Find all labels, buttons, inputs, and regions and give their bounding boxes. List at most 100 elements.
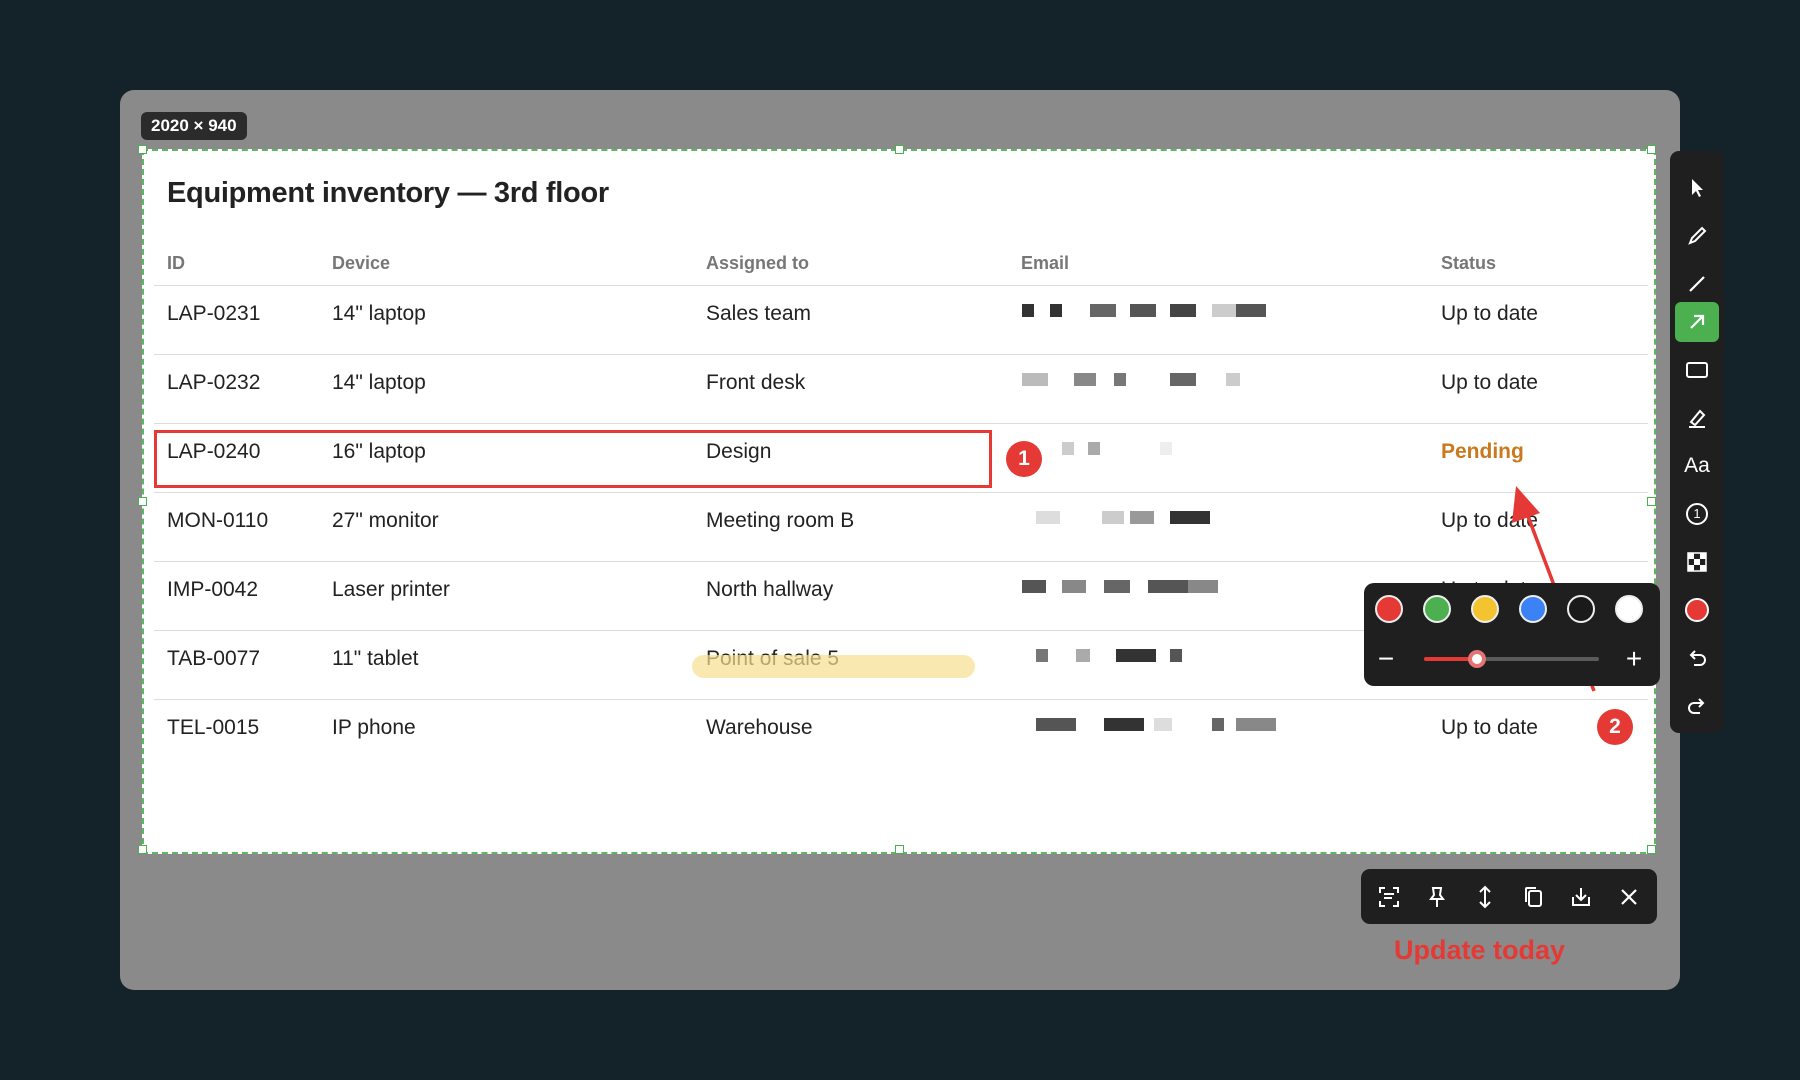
mosaic-block xyxy=(1090,304,1116,317)
mosaic-block xyxy=(1170,511,1210,524)
mosaic-icon[interactable] xyxy=(1675,542,1719,582)
page-title: Equipment inventory — 3rd floor xyxy=(167,177,609,209)
step-marker-2[interactable]: 2 xyxy=(1597,709,1633,745)
mosaic-block xyxy=(1102,511,1124,524)
arrow-icon[interactable] xyxy=(1675,302,1719,342)
resize-handle-bottom-right[interactable] xyxy=(1647,845,1656,854)
table-row: MON-0110 27" monitor Meeting room B Up to d… xyxy=(154,493,1648,562)
cell-device: 14" laptop xyxy=(332,302,426,325)
cell-device: Laser printer xyxy=(332,578,450,601)
mosaic-block xyxy=(1050,304,1062,317)
current-color-swatch xyxy=(1685,598,1709,622)
color-size-popover: − + xyxy=(1364,583,1660,686)
line-icon[interactable] xyxy=(1675,264,1719,304)
cell-assigned: Sales team xyxy=(706,302,812,325)
cell-status: Up to date xyxy=(1441,302,1538,325)
mosaic-block xyxy=(1022,304,1034,317)
cell-email-redacted xyxy=(1022,649,1292,679)
mosaic-block xyxy=(1188,580,1218,593)
save-icon[interactable] xyxy=(1563,879,1599,915)
ocr-icon[interactable] xyxy=(1371,879,1407,915)
resize-handle-top-left[interactable] xyxy=(138,145,147,154)
table-row: TEL-0015 IP phone Warehouse Up to date xyxy=(154,700,1648,769)
mosaic-block xyxy=(1036,511,1060,524)
cell-device: 11" tablet xyxy=(332,647,419,670)
cell-device: IP phone xyxy=(332,716,416,739)
mosaic-block xyxy=(1148,580,1188,593)
color-picker[interactable] xyxy=(1675,590,1719,630)
column-header-email: Email xyxy=(1021,253,1070,273)
pin-icon[interactable] xyxy=(1419,879,1455,915)
table-row: LAP-0232 14" laptop Front desk Up to date xyxy=(154,355,1648,424)
color-swatch[interactable] xyxy=(1615,595,1643,623)
cell-assigned: North hallway xyxy=(706,578,834,601)
increase-size-button[interactable]: + xyxy=(1620,645,1648,673)
mosaic-block xyxy=(1062,442,1074,455)
color-swatch[interactable] xyxy=(1471,595,1499,623)
select-icon[interactable] xyxy=(1675,168,1719,208)
resize-handle-left[interactable] xyxy=(138,497,147,506)
text-annotation[interactable]: Update today xyxy=(1394,935,1565,966)
mosaic-block xyxy=(1236,304,1266,317)
cell-email-redacted xyxy=(1022,580,1292,610)
cell-id: MON-0110 xyxy=(167,509,269,532)
step-number-glyph: 1 xyxy=(1686,503,1708,525)
resize-handle-bottom[interactable] xyxy=(895,845,904,854)
mosaic-block xyxy=(1076,649,1090,662)
mosaic-block xyxy=(1170,373,1196,386)
undo-icon[interactable] xyxy=(1675,638,1719,678)
resize-handle-top[interactable] xyxy=(895,145,904,154)
decrease-size-button[interactable]: − xyxy=(1372,645,1400,673)
cell-assigned: Front desk xyxy=(706,371,806,394)
mosaic-block xyxy=(1226,373,1240,386)
cell-email-redacted xyxy=(1022,718,1292,748)
mosaic-block xyxy=(1074,373,1096,386)
mosaic-block xyxy=(1170,649,1182,662)
stroke-size-slider[interactable] xyxy=(1424,650,1599,668)
marker-highlight[interactable] xyxy=(692,655,975,678)
cell-id: IMP-0042 xyxy=(167,578,259,601)
color-swatch[interactable] xyxy=(1567,595,1595,623)
cell-id: TAB-0077 xyxy=(167,647,260,670)
cell-id: LAP-0232 xyxy=(167,371,261,394)
rectangle-annotation[interactable] xyxy=(154,430,992,488)
resize-handle-bottom-left[interactable] xyxy=(138,845,147,854)
mosaic-block xyxy=(1088,442,1100,455)
slider-thumb[interactable] xyxy=(1467,650,1486,668)
step-marker-1[interactable]: 1 xyxy=(1006,441,1042,477)
close-icon[interactable] xyxy=(1611,879,1647,915)
mosaic-block xyxy=(1036,649,1048,662)
column-header-device: Device xyxy=(332,253,391,273)
scroll-capture-icon[interactable] xyxy=(1467,879,1503,915)
rectangle-icon[interactable] xyxy=(1675,350,1719,390)
color-swatch[interactable] xyxy=(1423,595,1451,623)
redo-icon[interactable] xyxy=(1675,686,1719,726)
mosaic-block xyxy=(1104,718,1144,731)
cell-id: TEL-0015 xyxy=(167,716,260,739)
color-swatch[interactable] xyxy=(1375,595,1403,623)
cell-id: LAP-0231 xyxy=(167,302,261,325)
highlighter-icon[interactable] xyxy=(1675,398,1719,438)
cell-status: Up to date xyxy=(1441,371,1538,394)
cell-device: 14" laptop xyxy=(332,371,426,394)
cell-assigned: Meeting room B xyxy=(706,509,855,532)
cell-status: Up to date xyxy=(1441,716,1538,739)
copy-icon[interactable] xyxy=(1515,879,1551,915)
column-header-status: Status xyxy=(1441,253,1497,273)
mosaic-block xyxy=(1212,718,1224,731)
size-badge: 2020 × 940 xyxy=(141,112,247,140)
mosaic-block xyxy=(1022,580,1046,593)
pen-icon[interactable] xyxy=(1675,216,1719,256)
resize-handle-top-right[interactable] xyxy=(1647,145,1656,154)
text-tool[interactable]: Aa xyxy=(1675,446,1719,486)
mosaic-block xyxy=(1062,580,1086,593)
column-header-id: ID xyxy=(167,253,185,273)
capture-selection[interactable]: Equipment inventory — 3rd floor ID Devic… xyxy=(138,145,1656,965)
cell-device: 27" monitor xyxy=(332,509,439,532)
step-number-icon[interactable]: 1 xyxy=(1675,494,1719,534)
resize-handle-right[interactable] xyxy=(1647,497,1656,506)
cell-email-redacted xyxy=(1022,442,1292,472)
mosaic-block xyxy=(1130,511,1154,524)
mosaic-block xyxy=(1036,718,1076,731)
color-swatch[interactable] xyxy=(1519,595,1547,623)
